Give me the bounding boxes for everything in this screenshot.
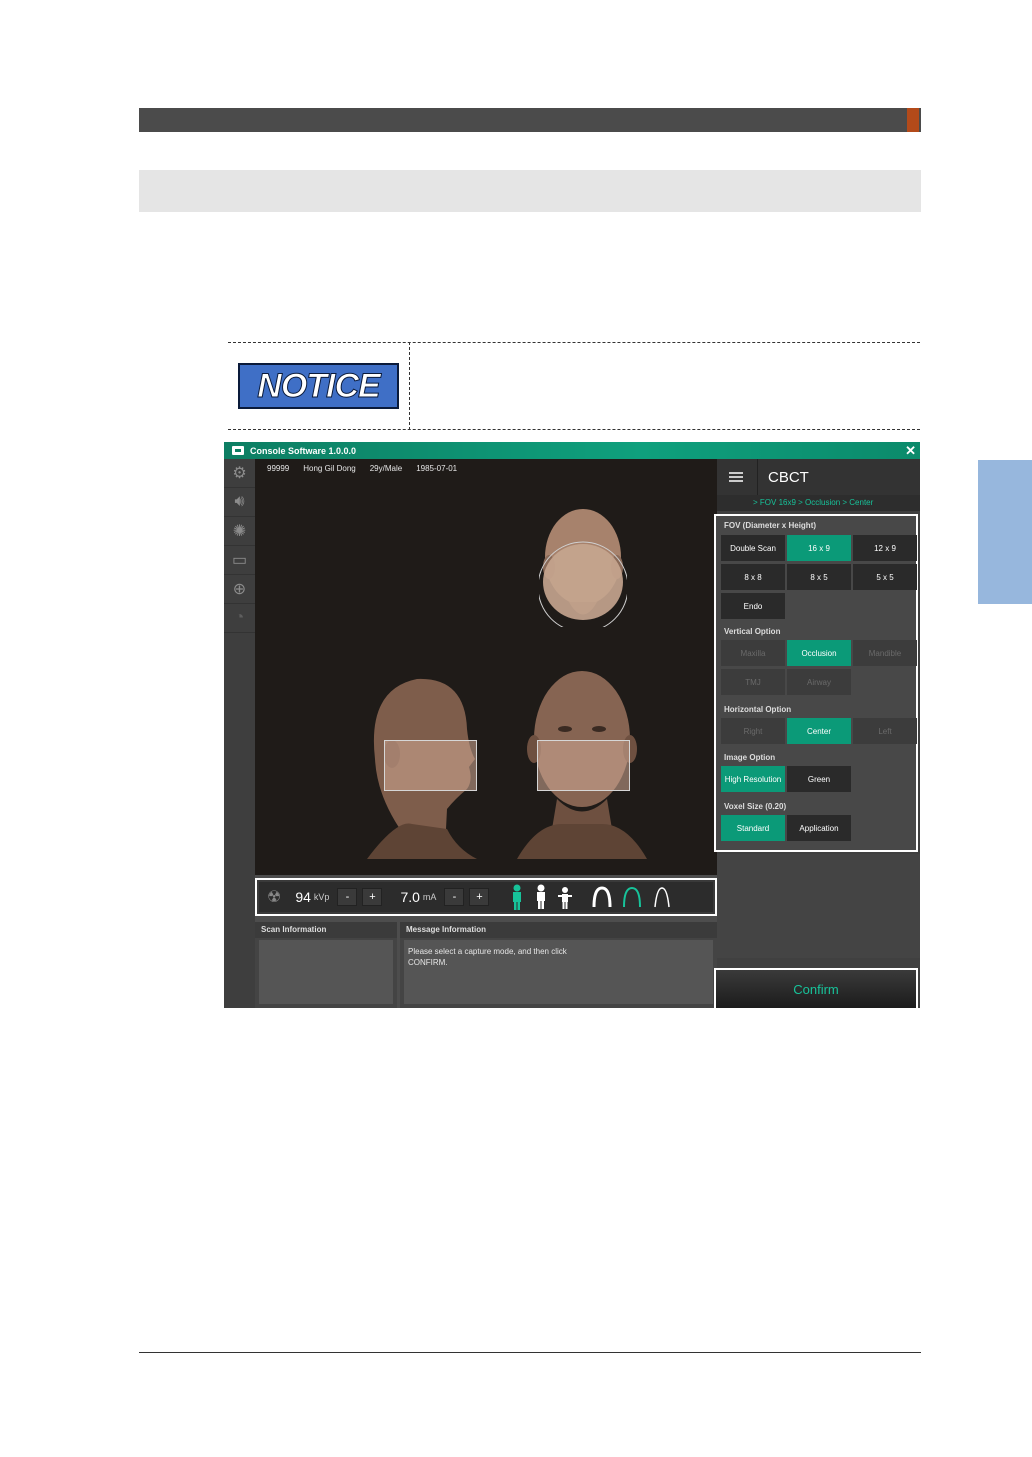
fov-8x5-button[interactable]: 8 x 5: [787, 564, 851, 590]
arch-normal-icon[interactable]: [621, 886, 643, 908]
notice-border-top: [228, 342, 920, 343]
image-option-label: Image Option: [724, 753, 776, 762]
voxel-standard-button[interactable]: Standard: [721, 815, 785, 841]
section-title-bar: [139, 170, 921, 212]
fov-label: FOV (Diameter x Height): [724, 521, 817, 530]
horizontal-center-button[interactable]: Center: [787, 718, 851, 744]
window-title: Console Software 1.0.0.0: [250, 445, 357, 456]
footer-rule: [139, 1352, 921, 1353]
notice-badge: NOTICE: [238, 363, 399, 409]
horizontal-option-label: Horizontal Option: [724, 705, 792, 714]
vertical-airway-button[interactable]: Airway: [787, 669, 851, 695]
roi-front[interactable]: [537, 740, 630, 791]
vertical-option-label: Vertical Option: [724, 627, 781, 636]
exposure-parameter-bar: ☢ 94 kVp - + 7.0 mA - +: [255, 878, 717, 916]
patient-viewport: 99999 Hong Gil Dong 29y/Male 1985-07-01: [255, 459, 717, 875]
arch-wide-icon[interactable]: [591, 886, 613, 908]
vertical-occlusion-button[interactable]: Occlusion: [787, 640, 851, 666]
arch-narrow-icon[interactable]: [651, 886, 673, 908]
timer-icon[interactable]: ◔: [224, 604, 255, 633]
message-information-panel: Message Information Please select a capt…: [400, 922, 717, 1008]
image-window-icon[interactable]: ▭: [224, 546, 255, 575]
laser-icon[interactable]: ✺: [224, 517, 255, 546]
kvp-value: 94: [295, 889, 311, 905]
horizontal-right-button[interactable]: Right: [721, 718, 785, 744]
patient-name: Hong Gil Dong: [303, 464, 356, 473]
patient-birth: 1985-07-01: [416, 464, 458, 473]
scan-information-body: [259, 940, 393, 1004]
confirm-button[interactable]: Confirm: [714, 968, 918, 1008]
kvp-unit: kVp: [313, 892, 330, 902]
ma-minus-button[interactable]: -: [444, 888, 465, 906]
ma-plus-button[interactable]: +: [469, 888, 490, 906]
menu-icon[interactable]: [729, 472, 743, 482]
left-toolbar: ⚙ 🔊︎ ✺ ▭ ⊕ ◔: [224, 459, 255, 1008]
right-panel-blank: [717, 854, 920, 958]
title-bar: Console Software 1.0.0.0 ✕: [224, 442, 920, 459]
ma-unit: mA: [422, 892, 437, 902]
speaker-icon[interactable]: 🔊︎: [224, 488, 255, 517]
chapter-side-tab: [978, 460, 1032, 604]
child-figure-icon[interactable]: [557, 884, 573, 910]
patient-info: 99999 Hong Gil Dong 29y/Male 1985-07-01: [267, 464, 457, 473]
fov-16x9-button[interactable]: 16 x 9: [787, 535, 851, 561]
teen-figure-icon[interactable]: [533, 884, 549, 910]
ma-value: 7.0: [400, 889, 420, 905]
console-window: Console Software 1.0.0.0 ✕ ⚙ 🔊︎ ✺ ▭ ⊕ ◔ …: [224, 442, 920, 1008]
vertical-maxilla-button[interactable]: Maxilla: [721, 640, 785, 666]
app-icon: [232, 446, 244, 455]
mode-title: CBCT: [768, 468, 809, 486]
vertical-mandible-button[interactable]: Mandible: [853, 640, 917, 666]
breadcrumb: > FOV 16x9 > Occlusion > Center: [717, 495, 920, 511]
message-information-title: Message Information: [400, 922, 717, 938]
voxel-application-button[interactable]: Application: [787, 815, 851, 841]
horizontal-left-button[interactable]: Left: [853, 718, 917, 744]
fov-double-scan-button[interactable]: Double Scan: [721, 535, 785, 561]
voxel-size-label: Voxel Size (0.20): [724, 802, 787, 811]
fov-5x5-button[interactable]: 5 x 5: [853, 564, 917, 590]
capture-options-panel: FOV (Diameter x Height) Double Scan 16 x…: [714, 514, 918, 852]
mode-header: CBCT: [717, 459, 920, 495]
notice-divider: [409, 342, 410, 430]
xray-tube-icon: ☢: [267, 889, 282, 906]
roi-side[interactable]: [384, 740, 477, 791]
message-text: Please select a capture mode, and then c…: [404, 940, 713, 1004]
head-top-view: [539, 509, 627, 627]
image-high-resolution-button[interactable]: High Resolution: [721, 766, 785, 792]
fov-8x8-button[interactable]: 8 x 8: [721, 564, 785, 590]
notice-border-bottom: [228, 429, 920, 430]
header-separator: [757, 459, 758, 495]
header-accent: [907, 108, 919, 132]
patient-id: 99999: [267, 464, 290, 473]
chapter-header-bar: [139, 108, 921, 132]
adult-figure-icon[interactable]: [509, 884, 525, 910]
image-green-button[interactable]: Green: [787, 766, 851, 792]
target-p-icon[interactable]: ⊕: [224, 575, 255, 604]
scan-information-title: Scan Information: [255, 922, 397, 938]
notice-label: NOTICE: [257, 366, 381, 405]
fov-endo-button[interactable]: Endo: [721, 593, 785, 619]
kvp-plus-button[interactable]: +: [362, 888, 383, 906]
vertical-tmj-button[interactable]: TMJ: [721, 669, 785, 695]
fov-12x9-button[interactable]: 12 x 9: [853, 535, 917, 561]
patient-age-sex: 29y/Male: [369, 464, 403, 473]
scan-information-panel: Scan Information: [255, 922, 397, 1008]
kvp-minus-button[interactable]: -: [337, 888, 358, 906]
close-icon[interactable]: ✕: [905, 442, 916, 459]
settings-gear-icon[interactable]: ⚙: [224, 459, 255, 488]
